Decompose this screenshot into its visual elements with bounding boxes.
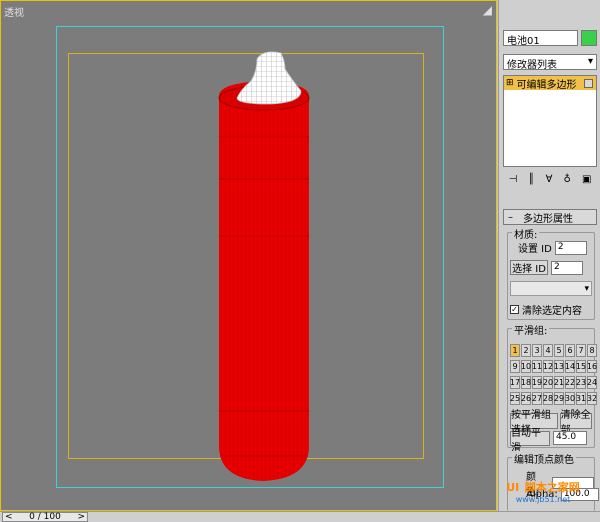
smoothing-group-button[interactable]: 6 (565, 344, 575, 357)
rollout-title: 多边形属性 (523, 213, 573, 225)
perspective-viewport[interactable]: 透视 ◢ (0, 0, 497, 511)
make-unique-icon[interactable]: ∀ (546, 174, 553, 185)
smoothing-group-grid: 1 2 3 4 5 6 7 8 9 10 11 12 13 14 15 16 17 18 19 20 21 22 23 24 2… (510, 344, 597, 405)
expand-icon[interactable]: ⊞ (506, 78, 514, 88)
watermark-sub: www.jb51.net (515, 495, 571, 504)
smoothing-group-button[interactable]: 8 (587, 344, 597, 357)
smoothing-group-button[interactable]: 26 (521, 392, 531, 405)
set-id-input[interactable]: 2 (554, 240, 587, 255)
smoothing-group-button[interactable]: 18 (521, 376, 531, 389)
auto-smooth-button[interactable]: 自动平滑 (510, 428, 550, 454)
show-end-result-icon[interactable]: ║ (528, 174, 534, 185)
time-slider[interactable]: < 0 / 100 > (2, 512, 88, 522)
watermark-top: UI (506, 481, 520, 494)
clear-selection-checkbox[interactable]: ✓ (510, 305, 519, 314)
smoothing-group-button[interactable]: 11 (532, 360, 542, 373)
smoothing-group-button[interactable]: 28 (543, 392, 553, 405)
clear-selection-label: 清除选定内容 (522, 306, 582, 317)
pin-stack-icon[interactable]: ⊣ (509, 174, 518, 185)
smoothing-group-button[interactable]: 2 (521, 344, 531, 357)
modifier-stack[interactable]: ⊞ 可编辑多边形 (503, 75, 597, 167)
stack-item-label: 可编辑多边形 (516, 79, 577, 91)
watermark-bottom: 脚本之家网 (524, 481, 580, 494)
time-prev-icon[interactable]: < (5, 512, 13, 522)
collapse-icon[interactable]: – (508, 212, 513, 223)
material-group-title: 材质: (512, 226, 540, 241)
smoothing-group-button[interactable]: 30 (565, 392, 575, 405)
auto-smooth-threshold[interactable]: 45.0 (553, 431, 587, 445)
remove-modifier-icon[interactable]: ♁ (564, 174, 571, 185)
smoothing-group-button[interactable]: 3 (532, 344, 542, 357)
smoothing-group-button[interactable]: 21 (554, 376, 564, 389)
object-name-field[interactable]: 电池01 (503, 30, 578, 47)
configure-icon[interactable]: ▣ (582, 174, 591, 185)
material-name-dropdown[interactable]: ▾ (510, 281, 592, 296)
command-panel: 电池01 修改器列表 ▾ ⊞ 可编辑多边形 ⊣ ║ ∀ ♁ ▣ – 多边形属性 … (498, 0, 600, 511)
smoothing-group-button[interactable]: 24 (587, 376, 597, 389)
smoothing-group-button[interactable]: 9 (510, 360, 520, 373)
smoothing-group-button[interactable]: 31 (576, 392, 586, 405)
chevron-down-icon: ▾ (587, 56, 593, 67)
time-next-icon[interactable]: > (77, 512, 85, 522)
smoothing-group-button[interactable]: 4 (543, 344, 553, 357)
watermark: UI 脚本之家网 www.jb51.net (493, 482, 593, 505)
chevron-down-icon: ▾ (584, 283, 589, 294)
smoothing-group-button[interactable]: 32 (587, 392, 597, 405)
stack-item-light-icon[interactable] (584, 78, 593, 88)
smoothing-group-button[interactable]: 14 (565, 360, 575, 373)
smoothing-group-button[interactable]: 15 (576, 360, 586, 373)
smoothing-group-button[interactable]: 7 (576, 344, 586, 357)
modifier-list-label: 修改器列表 (507, 60, 557, 71)
smoothing-group-button[interactable]: 17 (510, 376, 520, 389)
smoothing-group-button[interactable]: 23 (576, 376, 586, 389)
smoothing-group-button[interactable]: 19 (532, 376, 542, 389)
time-position: 0 / 100 (29, 512, 61, 522)
smoothing-group-button[interactable]: 16 (587, 360, 597, 373)
smoothing-group-button[interactable]: 29 (554, 392, 564, 405)
smoothing-group-button[interactable]: 27 (532, 392, 542, 405)
smoothing-group-button[interactable]: 10 (521, 360, 531, 373)
modifier-list-dropdown[interactable]: 修改器列表 ▾ (503, 54, 597, 71)
clear-all-button[interactable]: 清除全部 (559, 410, 592, 436)
rollout-header[interactable]: – 多边形属性 (503, 209, 597, 225)
status-bar: < 0 / 100 > (0, 511, 600, 522)
smoothing-group-button[interactable]: 12 (543, 360, 553, 373)
smoothing-group-button[interactable]: 13 (554, 360, 564, 373)
smoothing-group-button[interactable]: 22 (565, 376, 575, 389)
smoothing-group-button[interactable]: 25 (510, 392, 520, 405)
stack-toolbar: ⊣ ║ ∀ ♁ ▣ (503, 172, 597, 186)
smoothing-group-button[interactable]: 1 (510, 344, 520, 357)
select-id-button[interactable]: 选择 ID (510, 260, 548, 275)
smoothing-group-button[interactable]: 20 (543, 376, 553, 389)
set-id-label: 设置 ID (518, 244, 552, 255)
smoothing-group-button[interactable]: 5 (554, 344, 564, 357)
smoothing-group: 平滑组: 1 2 3 4 5 6 7 8 9 10 11 12 13 14 15 16 17 18 19 20 21 22… (507, 322, 597, 454)
select-id-input[interactable]: 2 (551, 260, 583, 275)
battery-mesh[interactable] (1, 1, 498, 512)
material-group: 材质: 设置 ID 2 选择 ID 2 ▾ ✓ 清除选定内容 (507, 226, 595, 320)
smoothing-group-title: 平滑组: (512, 322, 550, 337)
stack-item[interactable]: ⊞ 可编辑多边形 (504, 76, 596, 91)
vertex-colors-title: 编辑顶点颜色 (512, 451, 576, 466)
object-color-swatch[interactable] (581, 30, 597, 46)
